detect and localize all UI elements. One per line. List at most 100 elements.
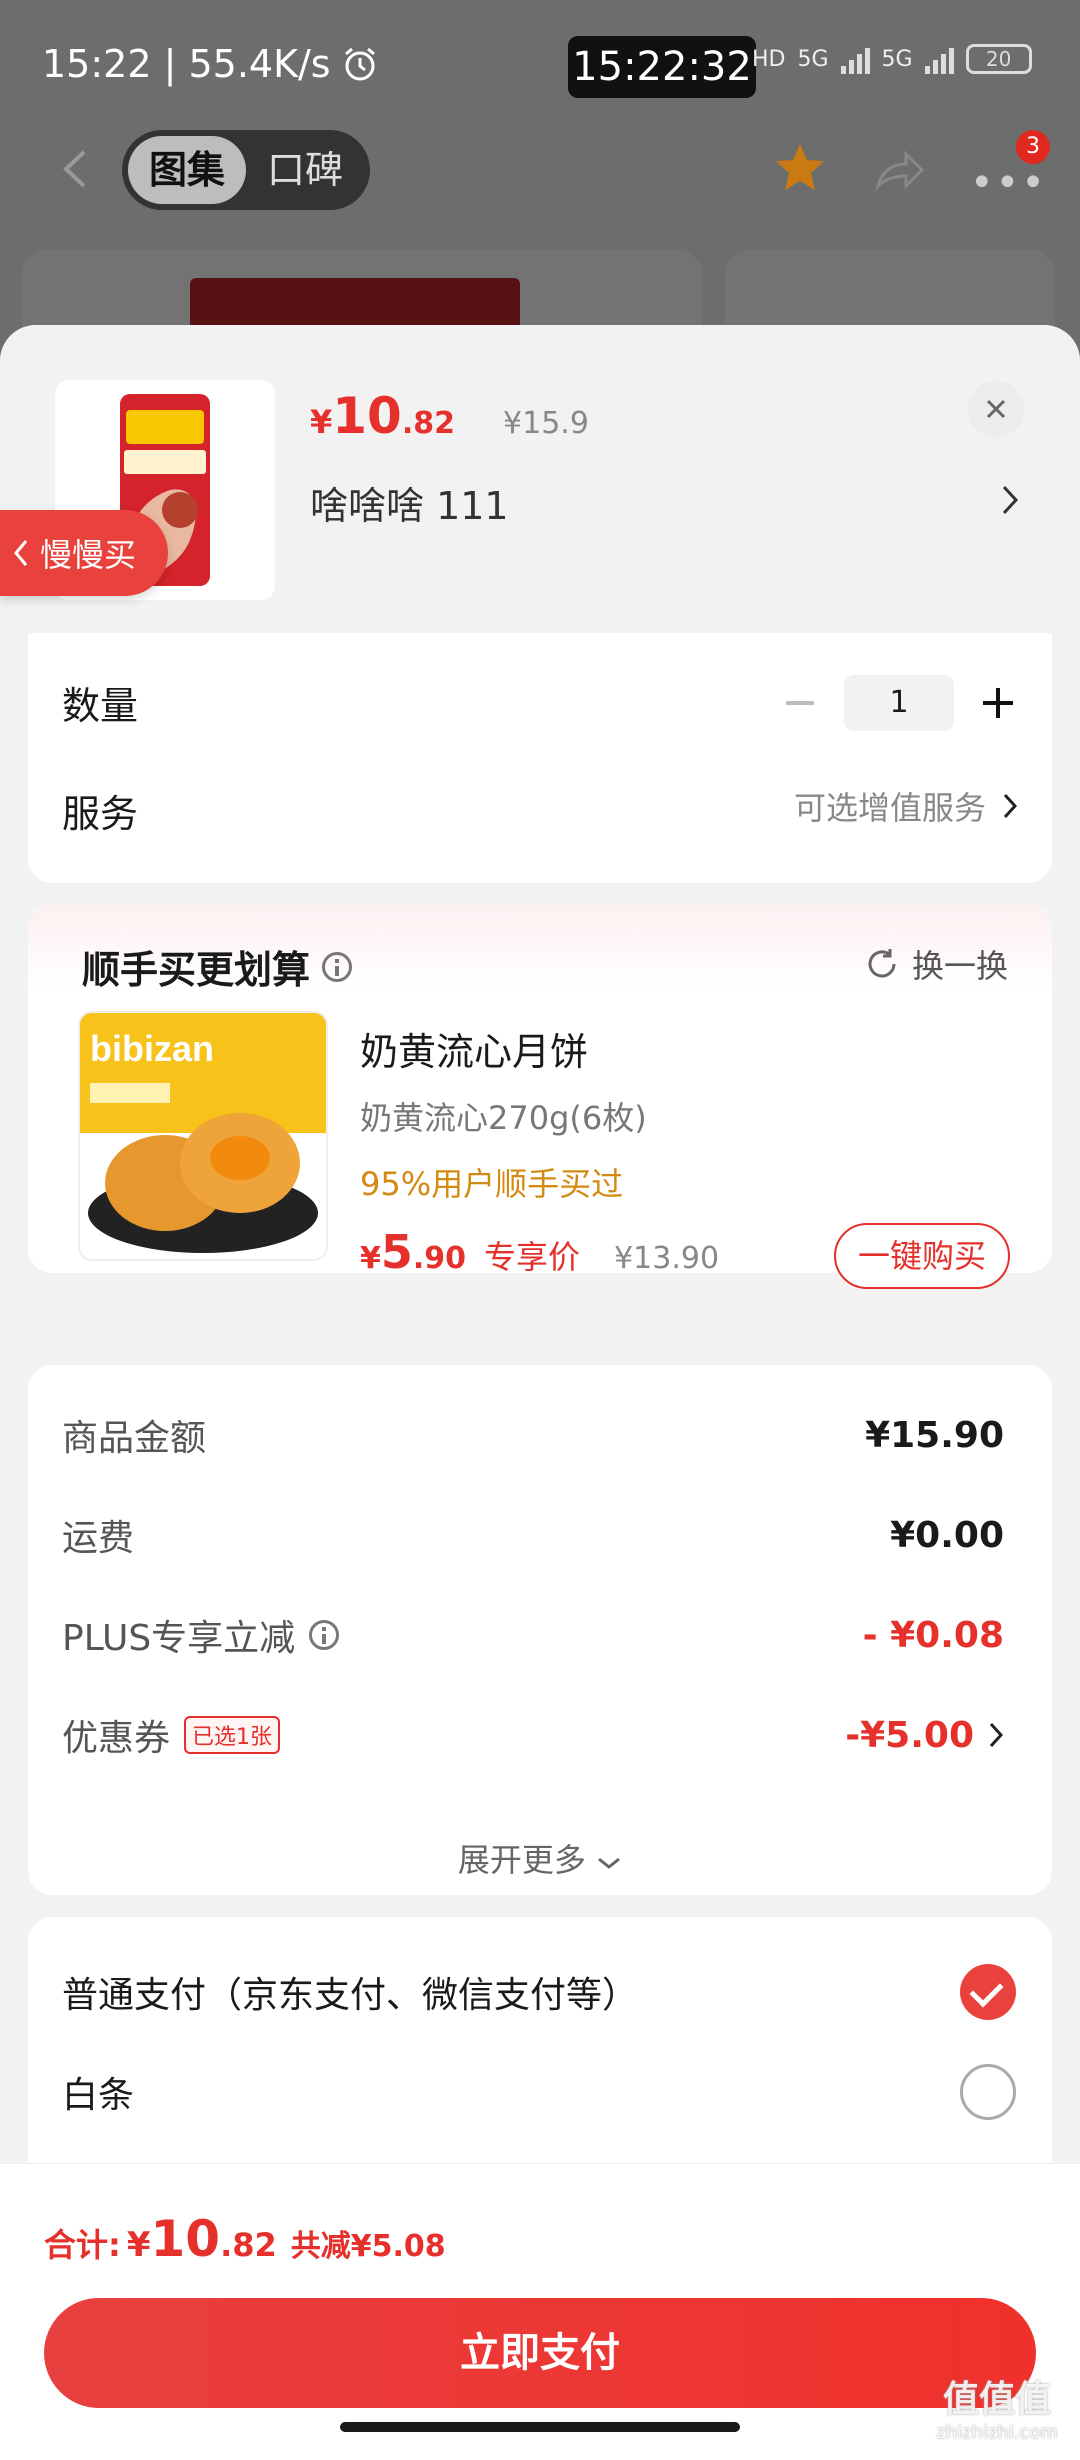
mooncake-image[interactable]: bibizan (78, 1011, 328, 1261)
increase-button[interactable] (978, 683, 1018, 723)
summary-value: - ¥0.08 (862, 1614, 1004, 1656)
status-time-speed: 15:22 | 55.4K/s (42, 42, 331, 86)
pay-now-button[interactable]: 立即支付 (44, 2298, 1036, 2408)
more-icon[interactable]: ••• (970, 160, 1047, 206)
upsell-original-price: ¥13.90 (614, 1241, 720, 1276)
checkout-footer: 合计: ¥ 10 .82 共减¥5.08 立即支付 (0, 2163, 1080, 2460)
upsell-product-spec: 奶黄流心270g(6枚) (360, 1099, 647, 1137)
price-integer: 10 (332, 387, 402, 445)
net-type-1: 5G (797, 46, 829, 72)
price-decimal: .90 (412, 1241, 467, 1276)
upsell-title: 顺手买更划算 (82, 939, 353, 994)
expand-more-label: 展开更多 (457, 1841, 586, 1879)
checkout-sheet: ¥ 10 .82 ¥15.9 啥啥啥 111 数量 1 服务 可选增值服务 顺手… (0, 325, 1080, 2460)
summary-label-text: PLUS专享立减 (62, 1618, 296, 1659)
product-price: ¥ 10 .82 ¥15.9 (310, 387, 589, 445)
signal-icon-2 (924, 44, 954, 74)
summary-value: ¥15.90 (865, 1414, 1004, 1456)
exclusive-price-tag: 专享价 (484, 1238, 581, 1276)
selected-sku[interactable]: 啥啥啥 111 (310, 475, 509, 530)
swap-label: 换一换 (911, 947, 1008, 985)
signal-icon (840, 44, 870, 74)
info-icon[interactable] (309, 1620, 340, 1650)
original-price: ¥15.9 (503, 406, 589, 441)
total-savings: 共减¥5.08 (290, 2229, 446, 2264)
summary-row-shipping: 运费 ¥0.00 (62, 1505, 1004, 1565)
service-hint: 可选增值服务 (793, 789, 986, 827)
summary-value: -¥5.00 (845, 1714, 974, 1756)
chevron-down-icon (598, 1857, 621, 1869)
summary-row-goods: 商品金额 ¥15.90 (62, 1405, 1004, 1465)
summary-label-text: 优惠券 (62, 1718, 171, 1759)
battery-icon: 20 (965, 44, 1032, 74)
slow-buy-tag[interactable]: 慢慢买 (0, 510, 168, 596)
brand-logo-text: bibizan (90, 1028, 214, 1069)
radio-checked-icon[interactable] (960, 1964, 1016, 2020)
coupon-value: -¥5.00 (845, 1715, 1004, 1756)
summary-label: 商品金额 (62, 1418, 207, 1459)
close-icon[interactable] (968, 381, 1024, 437)
upsell-card: 顺手买更划算 换一换 bibizan 奶黄流心月饼 奶黄流心270g(6枚) 9… (28, 903, 1052, 1289)
price-symbol: ¥ (310, 403, 333, 441)
tab-gallery[interactable]: 图集 (128, 136, 246, 204)
summary-row-coupon[interactable]: 优惠券 已选1张 -¥5.00 (62, 1705, 1004, 1765)
total-integer: 10 (150, 2210, 221, 2268)
refresh-icon (868, 949, 896, 978)
product-nav-bar: 图集 口碑 ••• 3 (0, 124, 1080, 214)
upsell-title-text: 顺手买更划算 (82, 948, 311, 992)
service-label: 服务 (62, 792, 139, 836)
sheet-header: ¥ 10 .82 ¥15.9 啥啥啥 111 (0, 325, 1080, 635)
status-clock: 15:22:32 (568, 36, 756, 98)
upsell-price: ¥ 5 .90 专享价 ¥13.90 (360, 1225, 719, 1279)
hd-indicator: HD (752, 46, 786, 72)
order-total: 合计: ¥ 10 .82 共减¥5.08 (44, 2210, 446, 2268)
mooncake-product-image: bibizan (80, 1013, 326, 1253)
quantity-service-card: 数量 1 服务 可选增值服务 (28, 633, 1052, 883)
watermark-sub: zhizhizhi.com (936, 2422, 1058, 2443)
coupon-selected-badge: 已选1张 (184, 1716, 281, 1754)
summary-row-plus-discount: PLUS专享立减 - ¥0.08 (62, 1605, 1004, 1665)
share-icon[interactable] (870, 142, 926, 198)
quantity-stepper: 1 (780, 675, 1018, 731)
radio-unchecked-icon[interactable] (960, 2064, 1016, 2120)
status-bar: 15:22 | 55.4K/s 15:22:32 HD 5G 5G 20 (0, 30, 1080, 100)
price-decimal: .82 (401, 406, 456, 441)
gallery-tabs: 图集 口碑 (122, 130, 370, 210)
service-selector[interactable]: 可选增值服务 (794, 783, 1018, 829)
one-click-buy-button[interactable]: 一键购买 (834, 1223, 1010, 1289)
home-indicator[interactable] (340, 2422, 740, 2432)
status-indicators: HD 5G 5G 20 (752, 44, 1032, 74)
payment-option-normal[interactable]: 普通支付（京东支付、微信支付等） (62, 1957, 1016, 2027)
watermark-main: 值值值 (942, 2379, 1051, 2420)
decrease-button[interactable] (780, 683, 820, 723)
chevron-right-icon (989, 1722, 1004, 1748)
net-type-2: 5G (881, 46, 913, 72)
quantity-input[interactable]: 1 (844, 675, 954, 731)
summary-label-coupon: 优惠券 已选1张 (62, 1709, 281, 1761)
info-icon[interactable] (322, 951, 353, 982)
total-label: 合计: (44, 2226, 121, 2264)
favorite-star-icon[interactable] (772, 140, 828, 196)
summary-value: ¥0.00 (890, 1514, 1004, 1556)
upsell-product-name[interactable]: 奶黄流心月饼 (360, 1021, 588, 1076)
chevron-right-icon[interactable] (1000, 483, 1022, 517)
expand-more-button[interactable]: 展开更多 (28, 1835, 1052, 1881)
tab-reviews[interactable]: 口碑 (246, 136, 364, 204)
payment-option-baitiao[interactable]: 白条 (62, 2057, 1016, 2127)
swap-button[interactable]: 换一换 (864, 941, 1008, 987)
slow-buy-label: 慢慢买 (40, 536, 137, 574)
back-arrow-icon[interactable] (52, 144, 102, 194)
price-integer: 5 (380, 1225, 413, 1279)
site-watermark: 值值值 zhizhizhi.com (922, 2370, 1072, 2450)
total-decimal: .82 (220, 2226, 277, 2264)
notification-badge: 3 (1016, 130, 1050, 164)
total-symbol: ¥ (126, 2225, 151, 2265)
summary-label: 运费 (62, 1518, 135, 1559)
chevron-left-icon (14, 540, 28, 566)
status-left: 15:22 | 55.4K/s (42, 42, 379, 86)
alarm-icon (344, 47, 375, 81)
payment-option-label: 白条 (62, 2075, 135, 2116)
price-summary-card: 商品金额 ¥15.90 运费 ¥0.00 PLUS专享立减 - ¥0.08 优惠… (28, 1365, 1052, 1895)
quantity-label: 数量 (62, 684, 139, 728)
summary-label-plus: PLUS专享立减 (62, 1609, 340, 1661)
